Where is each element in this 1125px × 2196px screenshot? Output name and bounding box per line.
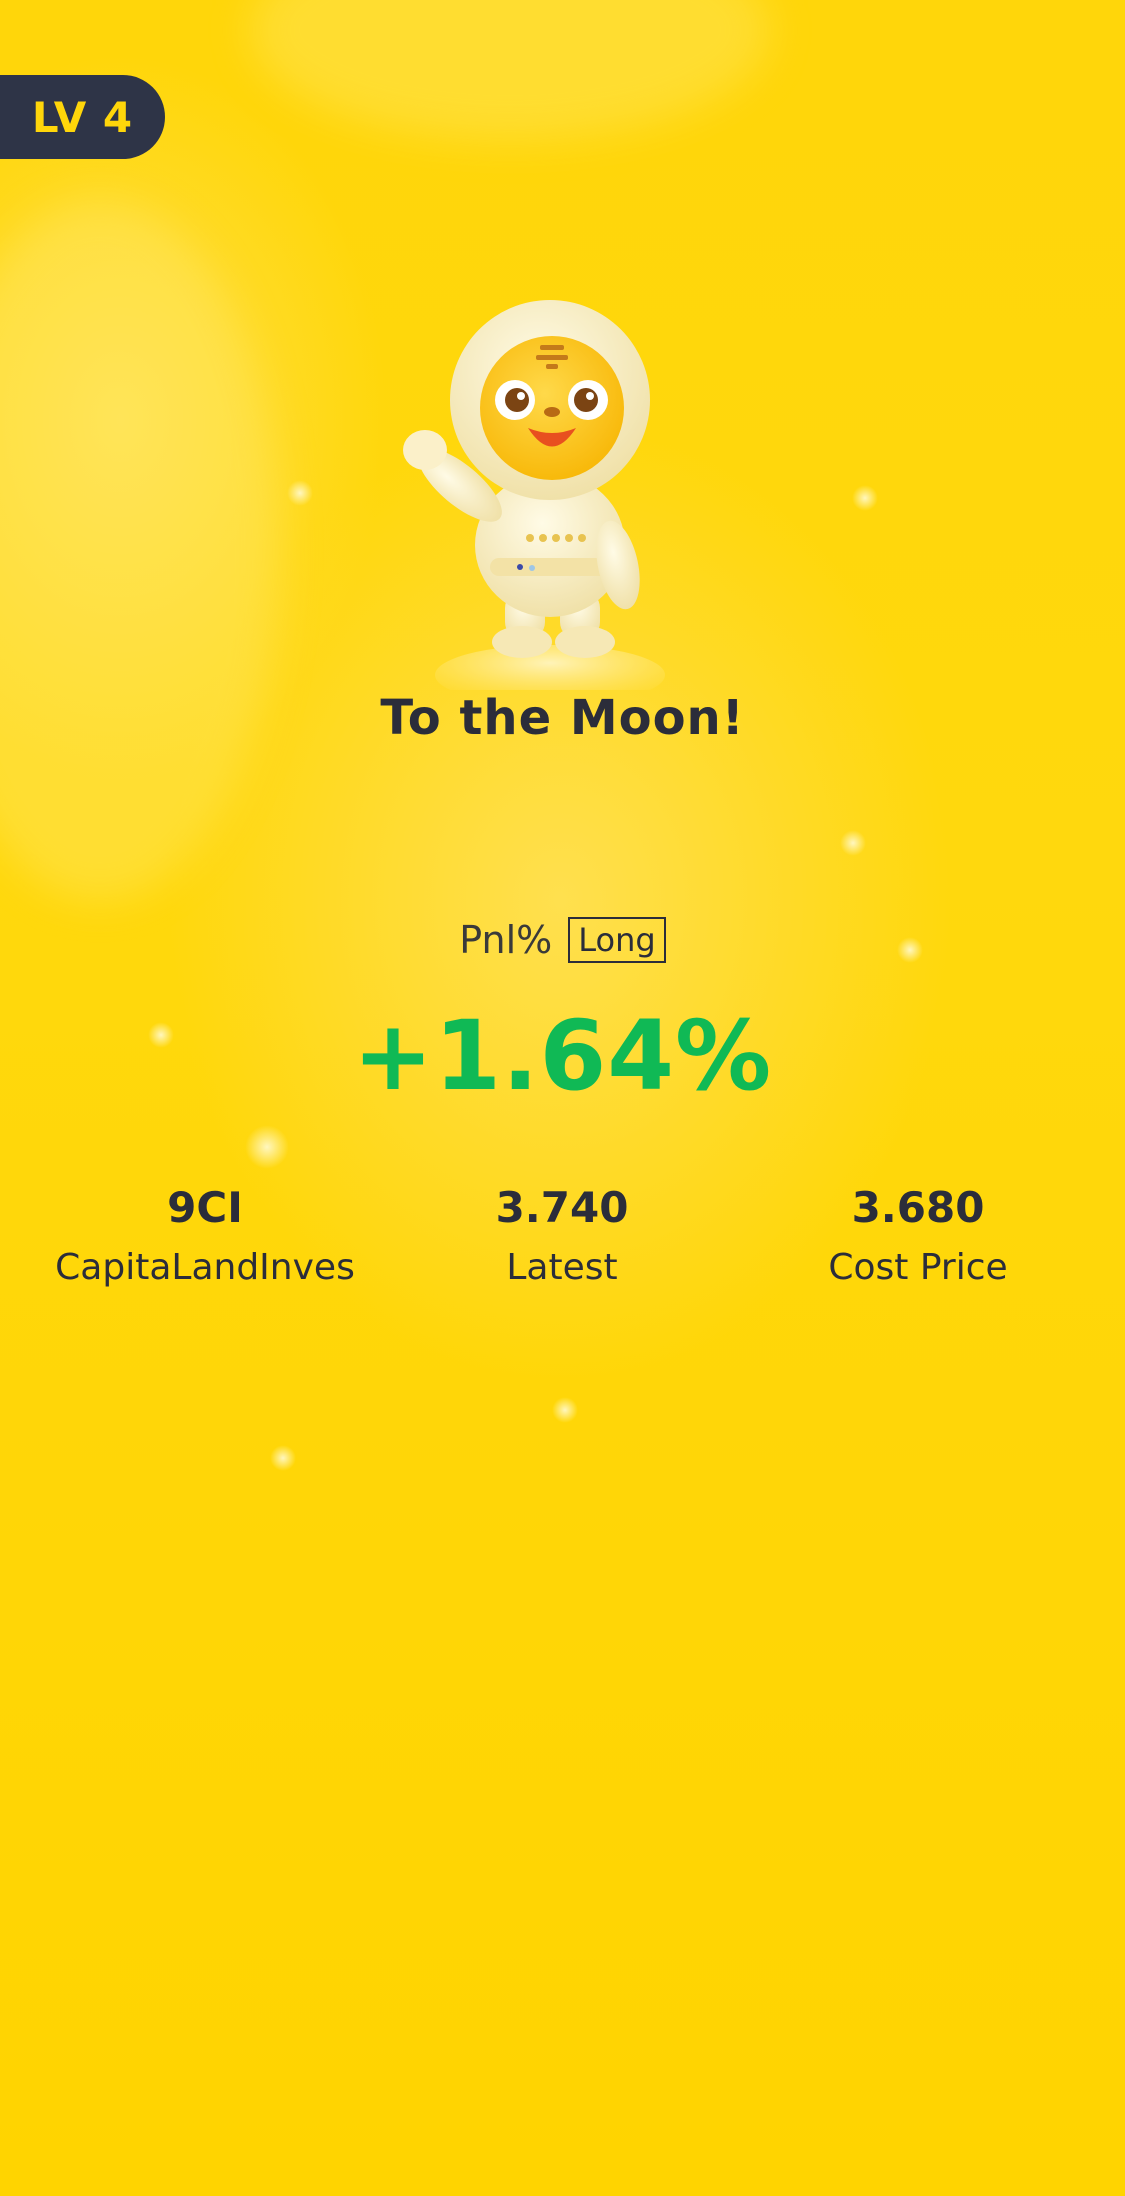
sparkle-icon <box>852 485 878 511</box>
position-direction-tag: Long <box>568 917 666 963</box>
pnl-label: Pnl% <box>459 918 553 962</box>
level-badge-label: LV 4 <box>31 92 134 142</box>
position-stats: 9CI CapitaLandInves 3.740 Latest 3.680 C… <box>0 1180 1125 1300</box>
pnl-percentage-value: +1.64% <box>352 1000 773 1112</box>
sparkle-icon <box>840 830 866 856</box>
stat-latest-price: 3.740 Latest <box>382 1180 742 1296</box>
stat-value: 3.740 <box>495 1183 629 1232</box>
sparkle-icon <box>552 1397 578 1423</box>
stat-cost-price: 3.680 Cost Price <box>738 1180 1098 1296</box>
stat-value: 9CI <box>167 1183 243 1232</box>
background-swirl <box>0 200 280 900</box>
sparkle-icon <box>287 480 313 506</box>
sparkle-icon <box>270 1445 296 1471</box>
background-swirl <box>250 0 770 140</box>
sparkle-icon <box>245 1125 289 1169</box>
level-badge: LV 4 <box>0 75 165 159</box>
stat-value: 3.680 <box>851 1183 985 1232</box>
pnl-label-row: Pnl% Long <box>0 917 1125 963</box>
stat-stock-name: 9CI CapitaLandInves <box>25 1180 385 1296</box>
stat-label: Latest <box>506 1247 618 1288</box>
stat-label: CapitaLandInves <box>55 1247 355 1288</box>
stat-label: Cost Price <box>828 1247 1008 1288</box>
pnl-share-card: LV 4 To the Moon! Pnl% Long +1.64% 9CI C… <box>0 0 1125 2196</box>
page-title: To the Moon! <box>380 690 745 746</box>
astronaut-tiger-mascot-icon <box>400 290 700 705</box>
